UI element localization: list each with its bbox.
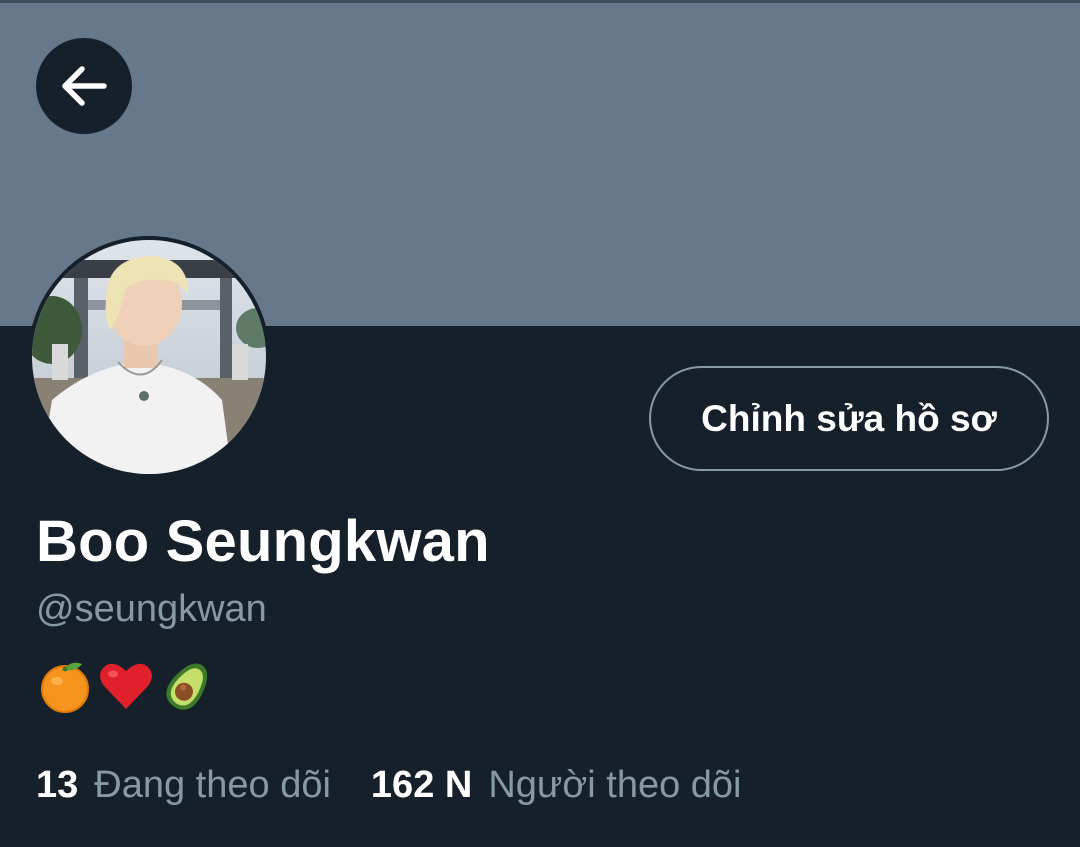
profile-stats: 13 Đang theo dõi 162 N Người theo dõi xyxy=(36,764,742,807)
followers-count: 162 N xyxy=(370,764,473,806)
avatar-photo xyxy=(32,240,266,474)
avocado-emoji-icon xyxy=(166,663,208,710)
followers-stat[interactable]: 162 N Người theo dõi xyxy=(371,764,742,807)
profile-handle: @seungkwan xyxy=(36,588,267,630)
following-stat[interactable]: 13 Đang theo dõi xyxy=(36,764,331,807)
tangerine-emoji-icon xyxy=(41,662,89,713)
followers-label: Người theo dõi xyxy=(488,764,742,806)
back-button[interactable] xyxy=(36,38,132,134)
arrow-left-icon xyxy=(62,66,107,106)
following-count: 13 xyxy=(36,764,79,806)
profile-avatar[interactable] xyxy=(28,236,270,478)
edit-profile-button[interactable]: Chỉnh sửa hồ sơ xyxy=(649,366,1049,471)
display-name: Boo Seungkwan xyxy=(36,509,490,574)
profile-bio xyxy=(38,656,216,716)
following-label: Đang theo dõi xyxy=(94,764,331,806)
red-heart-emoji-icon xyxy=(100,663,152,709)
